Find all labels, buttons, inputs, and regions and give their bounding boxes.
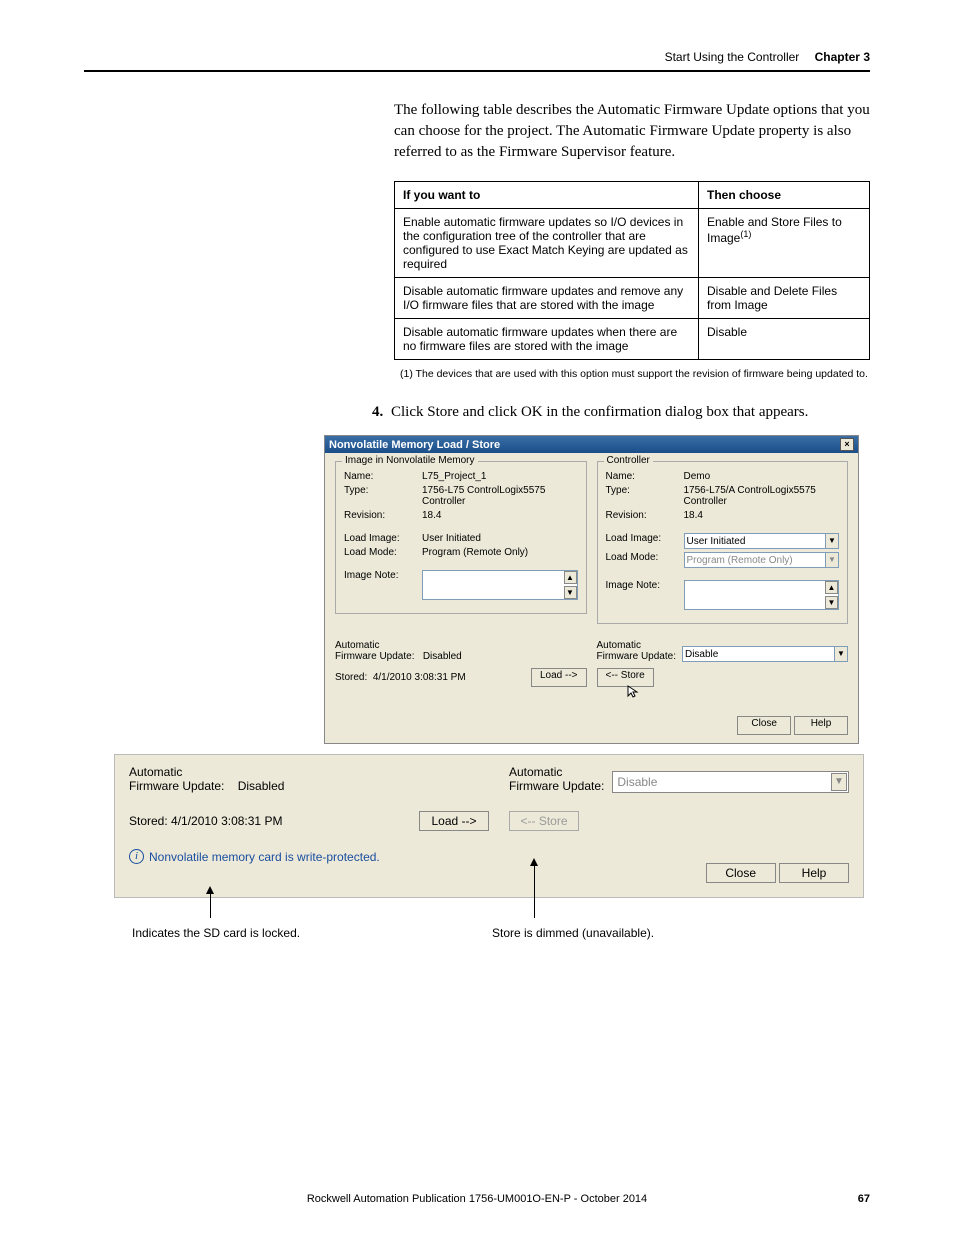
page-footer: Rockwell Automation Publication 1756-UM0…	[84, 1193, 870, 1205]
zoomed-dialog-excerpt: Automatic Firmware Update: Disabled Stor…	[114, 754, 864, 898]
load-mode-dropdown: Program (Remote Only)▼	[684, 552, 840, 568]
header-title: Start Using the Controller	[665, 50, 800, 64]
step-number: 4.	[372, 404, 383, 420]
options-table: If you want to Then choose Enable automa…	[394, 181, 870, 360]
afu-dropdown[interactable]: Disable▼	[682, 646, 848, 662]
value: 18.4	[684, 510, 840, 521]
close-icon[interactable]: ×	[840, 438, 854, 451]
header-rule	[84, 70, 870, 72]
table-row: Disable automatic firmware updates when …	[395, 319, 870, 360]
value: Demo	[684, 471, 840, 482]
label: Revision:	[606, 510, 684, 521]
stored-label: Stored: 4/1/2010 3:08:31 PM	[129, 814, 282, 828]
dialog-title: Nonvolatile Memory Load / Store	[329, 439, 500, 451]
page-number: 67	[858, 1193, 870, 1205]
help-button[interactable]: Help	[794, 716, 848, 735]
afu-label-right: Automatic Firmware Update:	[509, 765, 604, 793]
chevron-down-icon: ▼	[825, 534, 838, 548]
afu-value-left: Disabled	[423, 651, 462, 662]
dialog-footer: Close Help	[325, 710, 858, 743]
help-button[interactable]: Help	[779, 863, 849, 883]
store-button[interactable]: <-- Store	[597, 668, 654, 687]
label: Load Image:	[606, 533, 684, 549]
dialog-titlebar: Nonvolatile Memory Load / Store ×	[325, 436, 858, 453]
table-header: Then choose	[699, 182, 870, 209]
table-cell: Disable and Delete Files from Image	[699, 278, 870, 319]
afu-value-left: Disabled	[238, 779, 285, 793]
afu-label-left: Automatic Firmware Update: Disabled	[129, 765, 489, 793]
label: Image Note:	[344, 570, 422, 600]
value: L75_Project_1	[422, 471, 578, 482]
chevron-down-icon: ▼	[825, 553, 838, 567]
scroll-up-icon[interactable]: ▲	[825, 581, 838, 594]
table-cell: Disable	[699, 319, 870, 360]
afu-label-right: Automatic Firmware Update:	[597, 640, 676, 662]
value: 18.4	[422, 510, 578, 521]
step-4: 4. Click Store and click OK in the confi…	[372, 404, 870, 421]
label: Revision:	[344, 510, 422, 521]
value: 1756-L75/A ControlLogix5575 Controller	[684, 485, 840, 507]
image-note-area: ▲ ▼	[422, 570, 578, 600]
label: Name:	[344, 471, 422, 482]
afu-label-left: Automatic Firmware Update: Disabled	[335, 640, 587, 662]
label: Load Mode:	[344, 547, 422, 558]
load-button[interactable]: Load -->	[419, 811, 489, 831]
afu-dropdown-disabled: Disable ▼	[612, 771, 849, 793]
header-chapter: Chapter 3	[815, 50, 870, 64]
label: Load Image:	[344, 533, 422, 544]
label: Name:	[606, 471, 684, 482]
callout-store-dimmed: Store is dimmed (unavailable).	[492, 926, 654, 940]
table-row: Disable automatic firmware updates and r…	[395, 278, 870, 319]
table-cell: Enable and Store Files to Image(1)	[699, 209, 870, 278]
scroll-down-icon[interactable]: ▼	[825, 596, 838, 609]
image-panel: Image in Nonvolatile Memory Name:L75_Pro…	[335, 461, 587, 614]
load-image-dropdown[interactable]: User Initiated▼	[684, 533, 840, 549]
info-icon: i	[129, 849, 144, 864]
publication-id: Rockwell Automation Publication 1756-UM0…	[307, 1193, 647, 1205]
label: Load Mode:	[606, 552, 684, 568]
cursor-icon	[627, 685, 639, 697]
label: Image Note:	[606, 580, 684, 610]
table-row: Enable automatic firmware updates so I/O…	[395, 209, 870, 278]
value: Program (Remote Only)	[422, 547, 578, 558]
callouts: Indicates the SD card is locked. Store i…	[114, 898, 864, 958]
label: Type:	[606, 485, 684, 507]
intro-paragraph: The following table describes the Automa…	[394, 100, 870, 163]
page-header: Start Using the Controller Chapter 3	[84, 50, 870, 64]
write-protected-info: i Nonvolatile memory card is write-prote…	[129, 849, 489, 864]
table-footnote: (1) The devices that are used with this …	[400, 368, 870, 380]
load-button[interactable]: Load -->	[531, 668, 587, 687]
close-button[interactable]: Close	[706, 863, 776, 883]
controller-panel: Controller Name:Demo Type:1756-L75/A Con…	[597, 461, 849, 624]
scroll-down-icon[interactable]: ▼	[564, 586, 577, 599]
label: Type:	[344, 485, 422, 507]
stored-label: Stored: 4/1/2010 3:08:31 PM	[335, 672, 466, 683]
chevron-down-icon: ▼	[834, 647, 847, 661]
step-text: Click Store and click OK in the confirma…	[391, 404, 808, 420]
fieldset-legend: Controller	[604, 455, 653, 466]
table-cell: Enable automatic firmware updates so I/O…	[395, 209, 699, 278]
close-button[interactable]: Close	[737, 716, 791, 735]
table-cell: Disable automatic firmware updates and r…	[395, 278, 699, 319]
table-cell: Disable automatic firmware updates when …	[395, 319, 699, 360]
image-note-input[interactable]: ▲ ▼	[684, 580, 840, 610]
nvm-dialog: Nonvolatile Memory Load / Store × Image …	[324, 435, 859, 744]
scroll-up-icon[interactable]: ▲	[564, 571, 577, 584]
value: User Initiated	[422, 533, 578, 544]
store-button-disabled: <-- Store	[509, 811, 579, 831]
callout-sd-locked: Indicates the SD card is locked.	[132, 926, 300, 940]
table-header: If you want to	[395, 182, 699, 209]
value: 1756-L75 ControlLogix5575 Controller	[422, 485, 578, 507]
chevron-down-icon: ▼	[831, 773, 847, 791]
fieldset-legend: Image in Nonvolatile Memory	[342, 455, 478, 466]
